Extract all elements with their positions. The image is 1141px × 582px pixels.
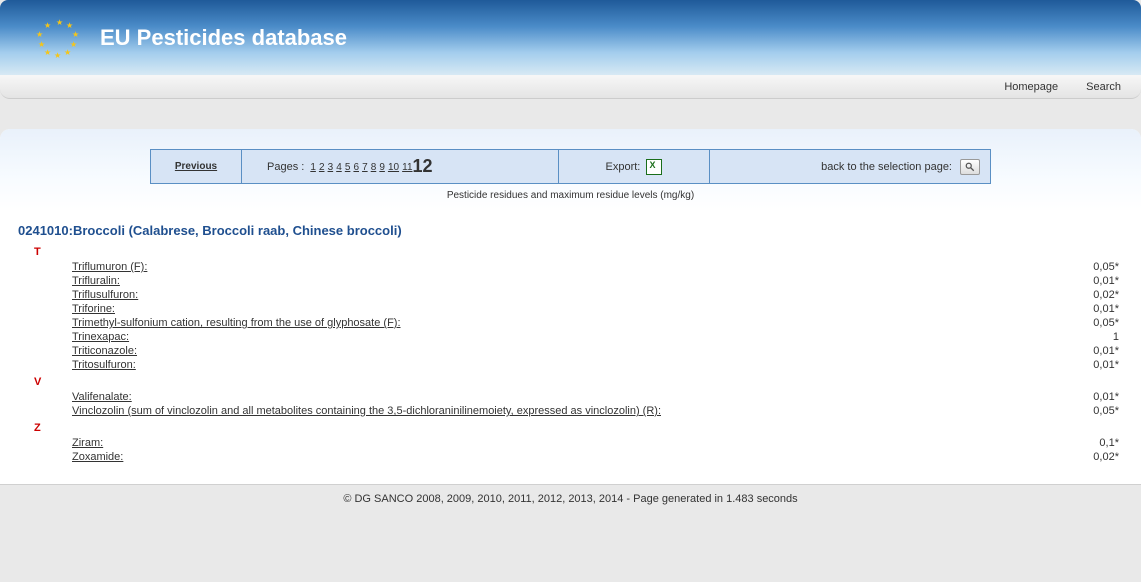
table-row: Valifenalate: 0,01* xyxy=(18,390,1123,404)
nav-homepage[interactable]: Homepage xyxy=(1004,81,1058,93)
residue-value: 0,1* xyxy=(1045,436,1123,450)
residue-value: 0,01* xyxy=(1045,274,1123,288)
toolbar: Previous Pages : 1 2 3 4 5 6 7 8 9 10 11… xyxy=(150,149,991,184)
page-link-3[interactable]: 3 xyxy=(328,162,334,173)
back-label: back to the selection page: xyxy=(821,161,952,173)
residue-value: 0,01* xyxy=(1045,302,1123,316)
page-link-4[interactable]: 4 xyxy=(336,162,342,173)
product-title: 0241010:Broccoli (Calabrese, Broccoli ra… xyxy=(18,223,1123,238)
page-link-5[interactable]: 5 xyxy=(345,162,351,173)
substance-link[interactable]: Triflusulfuron: xyxy=(72,289,138,301)
page-link-2[interactable]: 2 xyxy=(319,162,325,173)
substance-link[interactable]: Zoxamide: xyxy=(72,451,123,463)
page-link-1[interactable]: 1 xyxy=(310,162,316,173)
page-link-6[interactable]: 6 xyxy=(353,162,359,173)
table-row: Trifluralin: 0,01* xyxy=(18,274,1123,288)
page-link-7[interactable]: 7 xyxy=(362,162,368,173)
residue-value: 0,01* xyxy=(1045,358,1123,372)
residue-value: 0,02* xyxy=(1045,288,1123,302)
header-banner: ★ ★ ★ ★ ★ ★ ★ ★ ★ ★ EU Pesticides databa… xyxy=(0,0,1141,75)
search-icon[interactable] xyxy=(960,159,980,175)
table-row: Vinclozolin (sum of vinclozolin and all … xyxy=(18,404,1123,418)
residue-value: 0,05* xyxy=(1045,260,1123,274)
page-link-8[interactable]: 8 xyxy=(371,162,377,173)
table-row: Triflumuron (F): 0,05* xyxy=(18,260,1123,274)
substance-link[interactable]: Triforine: xyxy=(72,303,115,315)
substance-link[interactable]: Trinexapac: xyxy=(72,331,129,343)
residue-value: 0,01* xyxy=(1045,344,1123,358)
residue-value: 0,05* xyxy=(1045,316,1123,330)
substance-link[interactable]: Ziram: xyxy=(72,437,103,449)
group-letter-Z: Z xyxy=(34,422,1123,434)
table-row: Trimethyl-sulfonium cation, resulting fr… xyxy=(18,316,1123,330)
group-letter-V: V xyxy=(34,376,1123,388)
substance-link[interactable]: Trifluralin: xyxy=(72,275,120,287)
residue-value: 0,05* xyxy=(1045,404,1123,418)
substance-link[interactable]: Vinclozolin (sum of vinclozolin and all … xyxy=(72,405,661,417)
residue-value: 0,02* xyxy=(1045,450,1123,464)
content-panel: Previous Pages : 1 2 3 4 5 6 7 8 9 10 11… xyxy=(0,129,1141,485)
table-row: Trinexapac: 1 xyxy=(18,330,1123,344)
page-link-11[interactable]: 11 xyxy=(402,162,412,173)
export-label: Export: xyxy=(606,161,641,173)
site-title: EU Pesticides database xyxy=(100,25,347,51)
page-link-10[interactable]: 10 xyxy=(388,162,399,173)
export-excel-icon[interactable] xyxy=(646,159,662,175)
current-page: 12 xyxy=(413,156,433,177)
table-subtitle: Pesticide residues and maximum residue l… xyxy=(0,190,1141,201)
prev-page-link[interactable]: Previous xyxy=(175,161,217,172)
group-letter-T: T xyxy=(34,246,1123,258)
substance-link[interactable]: Triticonazole: xyxy=(72,345,137,357)
table-row: Zoxamide: 0,02* xyxy=(18,450,1123,464)
pages-label: Pages : xyxy=(267,161,304,173)
table-row: Triflusulfuron: 0,02* xyxy=(18,288,1123,302)
substance-link[interactable]: Trimethyl-sulfonium cation, resulting fr… xyxy=(72,317,401,329)
top-nav: Homepage Search xyxy=(0,75,1141,99)
substance-link[interactable]: Valifenalate: xyxy=(72,391,132,403)
footer: © DG SANCO 2008, 2009, 2010, 2011, 2012,… xyxy=(0,485,1141,513)
table-row: Triforine: 0,01* xyxy=(18,302,1123,316)
pagination: Pages : 1 2 3 4 5 6 7 8 9 10 11 12 xyxy=(242,150,559,183)
nav-search[interactable]: Search xyxy=(1086,81,1121,93)
table-row: Triticonazole: 0,01* xyxy=(18,344,1123,358)
substance-link[interactable]: Tritosulfuron: xyxy=(72,359,136,371)
residue-value: 0,01* xyxy=(1045,390,1123,404)
residue-value: 1 xyxy=(1045,330,1123,344)
table-row: Tritosulfuron: 0,01* xyxy=(18,358,1123,372)
substance-link[interactable]: Triflumuron (F): xyxy=(72,261,147,273)
page-link-9[interactable]: 9 xyxy=(379,162,385,173)
table-row: Ziram: 0,1* xyxy=(18,436,1123,450)
eu-stars-logo: ★ ★ ★ ★ ★ ★ ★ ★ ★ ★ xyxy=(40,18,80,58)
